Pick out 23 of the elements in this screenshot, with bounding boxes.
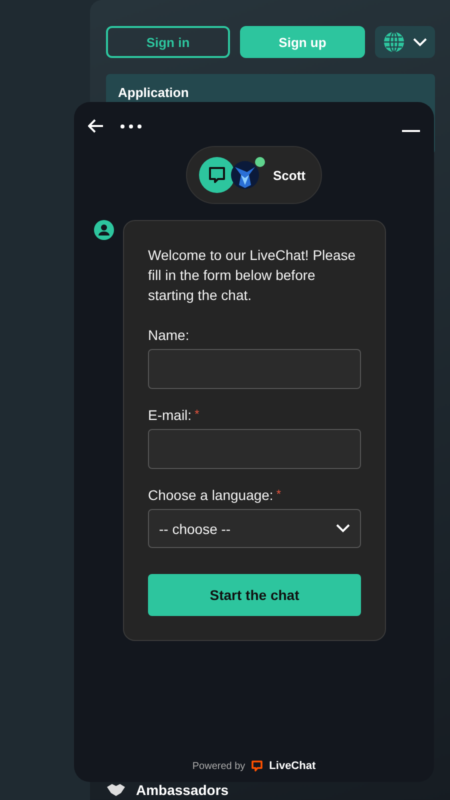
chevron-down-icon [336,524,350,533]
globe-icon [383,31,405,53]
powered-by-text: Powered by [192,760,246,772]
chat-bubble-icon [251,760,264,772]
promo-title: Application [118,85,189,100]
input-field[interactable] [148,429,361,469]
brand-name[interactable]: LiveChat [269,760,316,772]
field-label: E-mail: * [148,407,200,423]
sign-in-button[interactable]: Sign in [106,26,230,58]
input-field[interactable] [148,349,361,389]
chat-bubble-icon [199,157,235,193]
agent-name: Scott [273,168,306,182]
back-icon[interactable] [88,119,104,133]
field-label: Choose a language: * [148,487,282,503]
language-select[interactable]: -- choose -- [148,509,361,548]
intro-text: Welcome to our LiveChat! Please fill in the form below before starting the chat. [148,246,357,305]
nav-item[interactable]: Ambassadors [136,782,229,798]
start-chat-button[interactable]: Start the chat [148,574,361,616]
more-icon[interactable] [120,124,142,128]
field-label: Name: [148,327,190,343]
chevron-down-icon [413,38,427,46]
avatar-icon [94,220,114,240]
language-button[interactable] [375,26,435,58]
